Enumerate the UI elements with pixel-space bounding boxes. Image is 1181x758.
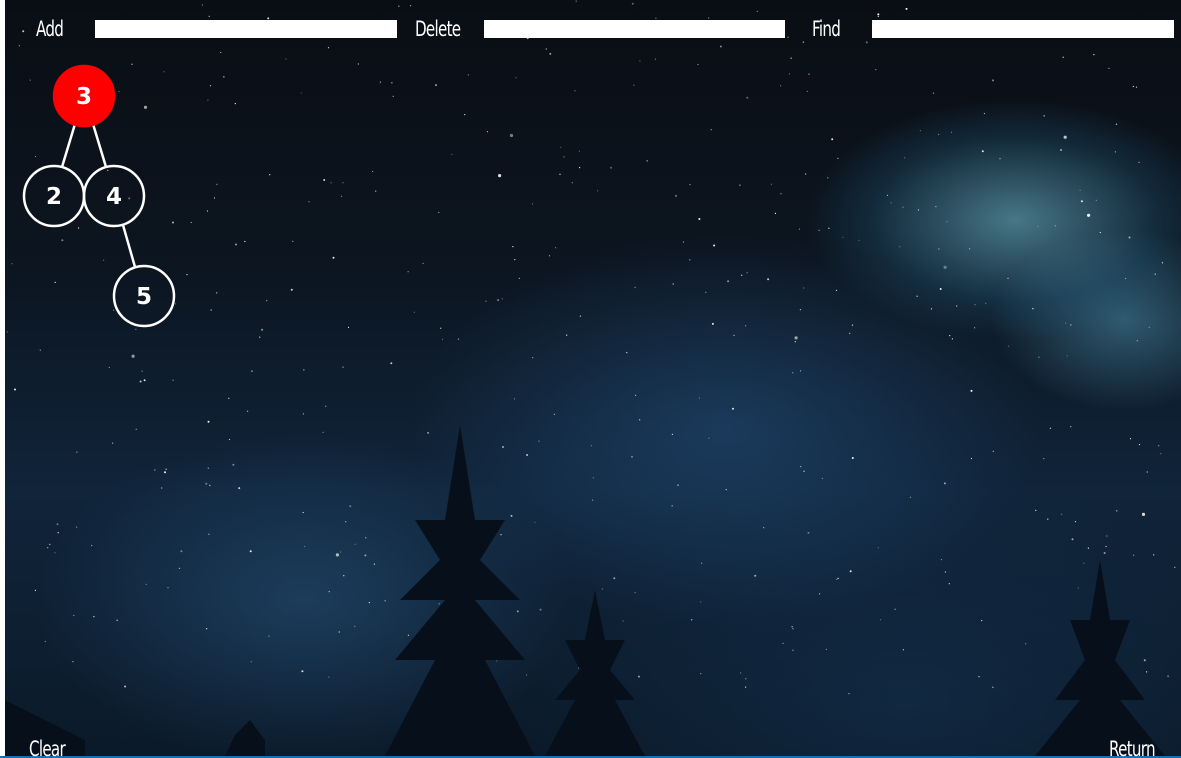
- bst-visualizer-window: Add Delete Find 3 2 4 5 Clear Return: [0, 0, 1181, 758]
- bst-canvas: 3 2 4 5: [22, 64, 176, 328]
- tree-node-label: 5: [136, 284, 152, 310]
- tree-node[interactable]: 5: [112, 264, 176, 328]
- clear-button[interactable]: Clear: [29, 734, 66, 758]
- return-button[interactable]: Return: [1109, 734, 1156, 758]
- tree-edge-3-2: [60, 123, 77, 168]
- tree-node[interactable]: 4: [82, 164, 146, 228]
- tree-node-label: 4: [106, 184, 122, 210]
- tree-node-label: 3: [76, 84, 92, 110]
- tree-edge-4-5: [121, 224, 137, 268]
- tree-node[interactable]: 2: [22, 164, 86, 228]
- tree-node[interactable]: 3: [52, 64, 116, 128]
- tree-edge-3-4: [91, 123, 108, 168]
- tree-node-label: 2: [46, 184, 62, 210]
